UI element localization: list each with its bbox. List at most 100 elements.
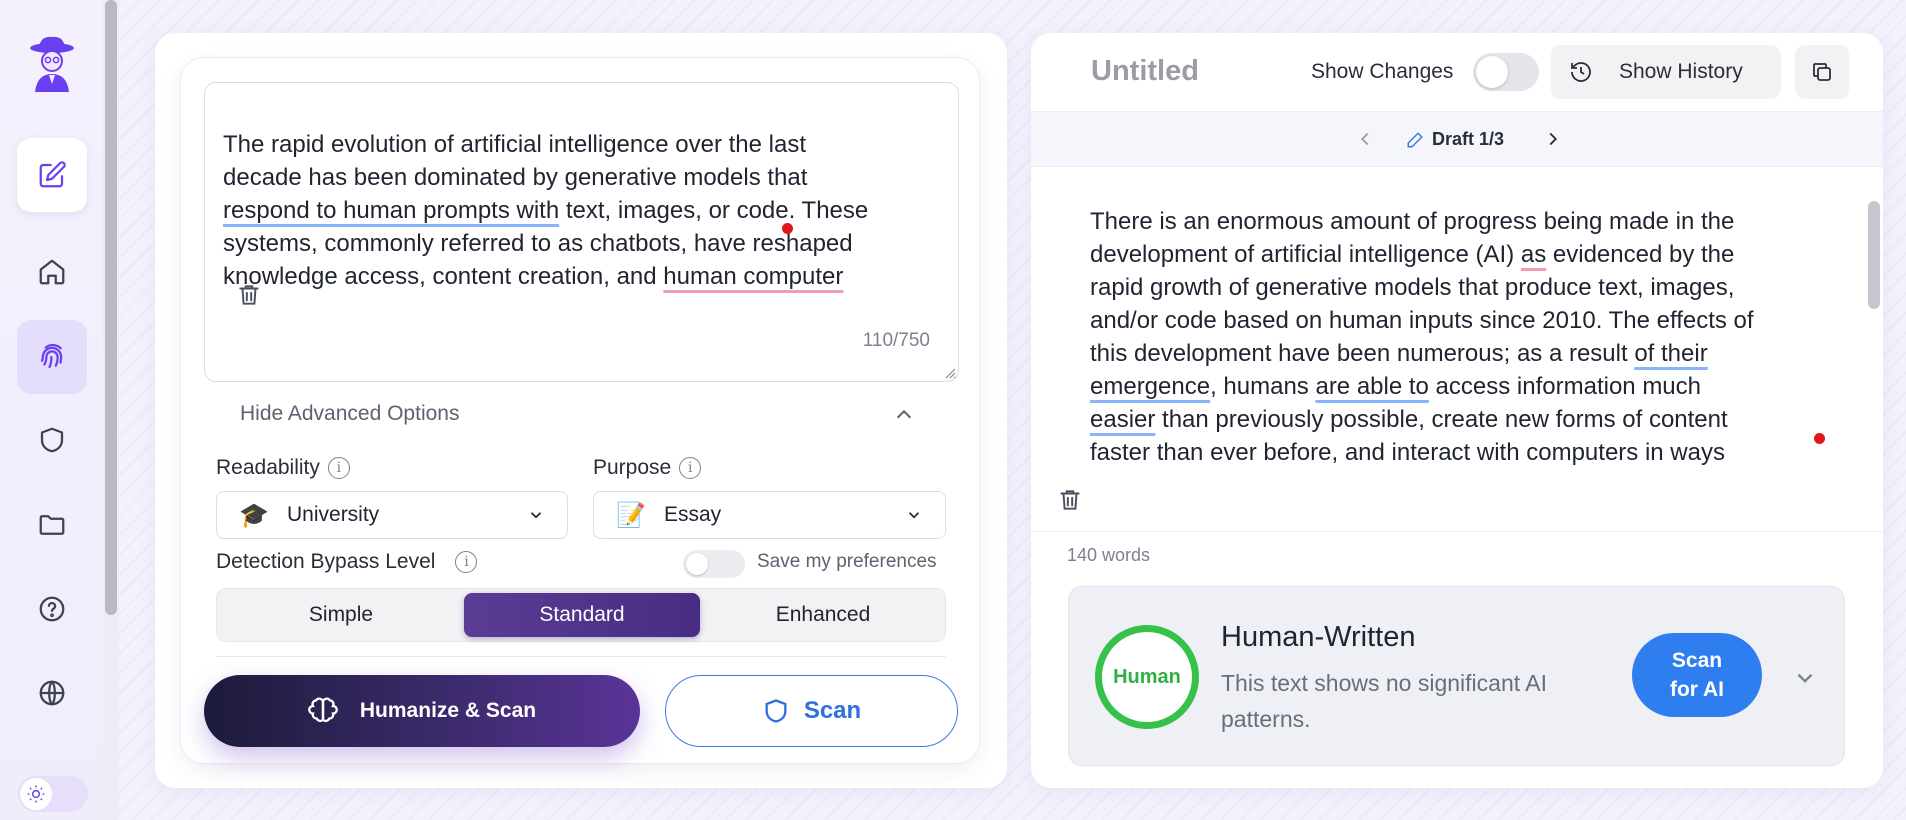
show-changes-label: Show Changes bbox=[1311, 60, 1454, 83]
output-line-text: than previously possible, create new for… bbox=[1155, 406, 1728, 433]
toggle-knob bbox=[686, 553, 708, 575]
output-line: development of artificial intelligence (… bbox=[1090, 238, 1810, 271]
brain-icon bbox=[308, 697, 338, 723]
info-icon[interactable]: i bbox=[327, 457, 350, 479]
changed-phrase[interactable]: as bbox=[1521, 241, 1546, 268]
page-scrollbar-thumb[interactable] bbox=[105, 0, 117, 615]
copy-icon bbox=[1813, 63, 1831, 81]
document-title[interactable]: Untitled bbox=[1091, 55, 1199, 88]
shield-icon bbox=[765, 699, 787, 723]
draft-navigation-bar: Draft 1/3 bbox=[1031, 111, 1883, 167]
output-text[interactable]: There is an enormous amount of progress … bbox=[1090, 205, 1810, 495]
flagged-phrase[interactable]: respond to human prompts with bbox=[223, 197, 559, 224]
previous-draft-button[interactable] bbox=[1354, 128, 1376, 150]
input-line: respond to human prompts with text, imag… bbox=[223, 194, 923, 227]
copy-button[interactable] bbox=[1795, 45, 1849, 99]
scan-for-ai-label-line2: for AI bbox=[1669, 678, 1725, 701]
expand-result-button[interactable] bbox=[1792, 665, 1818, 691]
bypass-level-segmented-control: Simple Standard Enhanced bbox=[216, 588, 946, 642]
output-line: rapid growth of generative models that p… bbox=[1090, 274, 1735, 301]
humanize-and-scan-button[interactable]: Humanize & Scan bbox=[204, 675, 640, 747]
changed-phrase[interactable]: are able to bbox=[1315, 373, 1428, 400]
output-scrollbar-thumb[interactable] bbox=[1868, 201, 1880, 309]
sidebar-item-shield[interactable] bbox=[17, 403, 87, 477]
show-history-button[interactable]: Show History bbox=[1551, 45, 1781, 99]
purpose-label: Purpose i bbox=[593, 456, 702, 480]
detection-result-card: Human Human-Written This text shows no s… bbox=[1068, 586, 1845, 766]
scan-label: Scan bbox=[803, 697, 862, 724]
edit-icon bbox=[39, 161, 66, 188]
save-preferences-label: Save my preferences bbox=[757, 551, 937, 572]
flagged-phrase[interactable]: human computer bbox=[663, 263, 843, 290]
memo-icon: 📝 bbox=[616, 501, 646, 529]
sidebar-item-help[interactable] bbox=[17, 572, 87, 646]
history-icon bbox=[1571, 62, 1591, 82]
level-simple-button[interactable]: Simple bbox=[221, 593, 461, 637]
toggle-knob bbox=[1476, 56, 1508, 88]
output-line: this development have been numerous; as … bbox=[1090, 337, 1810, 370]
output-line: There is an enormous amount of progress … bbox=[1090, 208, 1735, 235]
sidebar-item-fingerprint[interactable] bbox=[17, 320, 87, 394]
clear-input-button[interactable] bbox=[236, 282, 262, 308]
input-text: The rapid evolution of artificial intell… bbox=[223, 128, 923, 293]
purpose-label-text: Purpose bbox=[593, 456, 672, 479]
level-enhanced-button[interactable]: Enhanced bbox=[703, 593, 943, 637]
readability-label: Readability i bbox=[216, 456, 350, 480]
scan-button[interactable]: Scan bbox=[665, 675, 958, 747]
result-title: Human-Written bbox=[1221, 621, 1416, 653]
shield-icon bbox=[40, 427, 64, 453]
output-line: faster than ever before, and interact wi… bbox=[1090, 439, 1725, 466]
sidebar bbox=[0, 0, 103, 820]
purpose-select[interactable]: 📝 Essay bbox=[593, 491, 946, 539]
fedora-man-logo[interactable] bbox=[27, 34, 77, 94]
info-icon[interactable]: i bbox=[455, 551, 478, 573]
chevron-left-icon bbox=[1360, 132, 1369, 146]
result-description: This text shows no significant AI patter… bbox=[1221, 670, 1547, 732]
sidebar-item-globe[interactable] bbox=[17, 656, 87, 730]
level-standard-button[interactable]: Standard bbox=[464, 593, 700, 637]
readability-value: University bbox=[287, 503, 380, 526]
save-preferences-toggle[interactable] bbox=[683, 550, 745, 578]
changed-phrase[interactable]: of their bbox=[1634, 340, 1707, 367]
chevron-down-icon bbox=[530, 512, 542, 519]
show-changes-toggle[interactable] bbox=[1473, 53, 1539, 91]
input-line-text: knowledge access, content creation, and bbox=[223, 263, 664, 290]
readability-label-text: Readability bbox=[216, 456, 320, 479]
input-textarea[interactable]: The rapid evolution of artificial intell… bbox=[204, 82, 959, 382]
input-line: knowledge access, content creation, and … bbox=[223, 260, 923, 293]
divider bbox=[216, 656, 946, 657]
scan-for-ai-button[interactable]: Scan for AI bbox=[1632, 633, 1762, 717]
hide-advanced-options-button[interactable]: Hide Advanced Options bbox=[240, 402, 459, 426]
sidebar-item-edit[interactable] bbox=[17, 138, 87, 212]
changed-phrase[interactable]: easier bbox=[1090, 406, 1155, 433]
resize-grip-icon[interactable] bbox=[944, 367, 956, 379]
next-draft-button[interactable] bbox=[1542, 128, 1564, 150]
output-line: emergence, humans are able to access inf… bbox=[1090, 370, 1810, 403]
info-icon[interactable]: i bbox=[679, 457, 702, 479]
output-line: and/or code based on human inputs since … bbox=[1090, 307, 1754, 334]
output-panel: Untitled Show Changes Show History Draft… bbox=[1031, 33, 1883, 788]
folder-icon bbox=[39, 515, 65, 535]
readability-select[interactable]: 🎓 University bbox=[216, 491, 568, 539]
trash-icon bbox=[239, 285, 259, 305]
graduation-cap-icon: 🎓 bbox=[239, 501, 269, 529]
chevron-right-icon bbox=[1549, 132, 1558, 146]
chevron-down-icon bbox=[1797, 673, 1813, 683]
theme-toggle[interactable] bbox=[18, 776, 88, 812]
output-line-text: , humans bbox=[1210, 373, 1316, 400]
sidebar-item-home[interactable] bbox=[17, 235, 87, 309]
sidebar-item-folder[interactable] bbox=[17, 488, 87, 562]
chevron-down-icon bbox=[908, 512, 920, 519]
draft-indicator: Draft 1/3 bbox=[1406, 129, 1504, 150]
output-line-text: evidenced by the bbox=[1546, 241, 1735, 268]
output-line-text: access information much bbox=[1428, 373, 1701, 400]
home-icon bbox=[39, 259, 65, 285]
chevron-up-icon[interactable] bbox=[893, 404, 915, 426]
changed-phrase[interactable]: emergence bbox=[1090, 373, 1210, 400]
fingerprint-icon bbox=[40, 343, 63, 369]
clear-output-button[interactable] bbox=[1057, 487, 1083, 513]
trash-icon bbox=[1060, 490, 1080, 510]
scan-for-ai-label-line1: Scan bbox=[1671, 649, 1723, 672]
show-history-label: Show History bbox=[1619, 60, 1743, 83]
output-line-text: development of artificial intelligence (… bbox=[1090, 241, 1521, 268]
